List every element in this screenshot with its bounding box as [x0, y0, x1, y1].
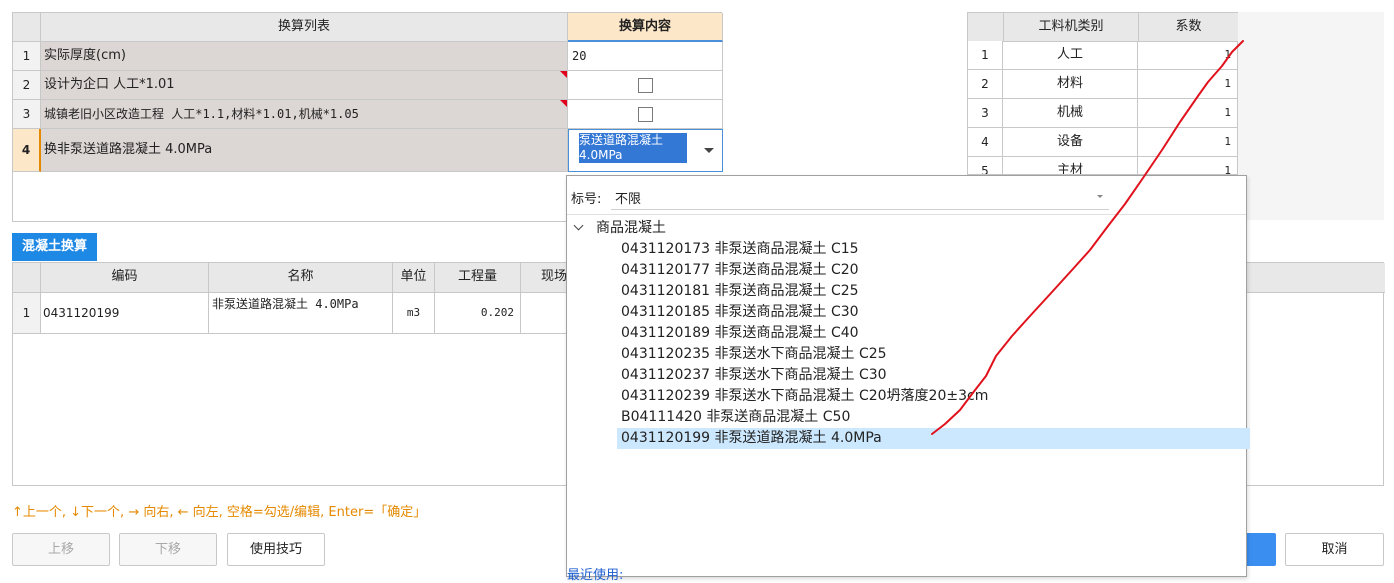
- row-number: 1: [13, 42, 41, 71]
- dropdown-option[interactable]: 0431120235 非泵送水下商品混凝土 C25: [617, 344, 887, 365]
- coefficient-header: 系数: [1139, 13, 1239, 42]
- concrete-select[interactable]: 泵送道路混凝土 4.0MPa: [568, 129, 723, 172]
- row-name[interactable]: 设计为企口 人工*1.01: [41, 71, 568, 100]
- chevron-down-icon[interactable]: [573, 220, 584, 231]
- corner-header: [968, 13, 1004, 42]
- dropdown-option[interactable]: 0431120173 非泵送商品混凝土 C15: [617, 239, 859, 260]
- category-cell[interactable]: 材料: [1003, 70, 1138, 99]
- row-name[interactable]: 城镇老旧小区改造工程 人工*1.1,材料*1.01,机械*1.05: [41, 100, 568, 129]
- category-cell[interactable]: 主材: [1003, 157, 1138, 175]
- name-header: 名称: [209, 263, 393, 293]
- row-name-text: 城镇老旧小区改造工程 人工*1.1,材料*1.01,机械*1.05: [44, 107, 359, 121]
- row-number: 2: [13, 71, 41, 100]
- coefficient-cell[interactable]: 1: [1138, 41, 1238, 70]
- category-cell[interactable]: 人工: [1003, 41, 1138, 70]
- comment-marker: [560, 71, 567, 78]
- row-name-text: 设计为企口 人工*1.01: [44, 77, 175, 92]
- move-down-button[interactable]: 下移: [119, 533, 217, 566]
- row-number: 3: [13, 100, 41, 129]
- checkbox[interactable]: [638, 107, 653, 122]
- site-cell[interactable]: [521, 293, 567, 334]
- category-header: 工料机类别: [1004, 13, 1139, 42]
- coefficient-cell[interactable]: 1: [1138, 157, 1238, 175]
- comment-marker: [560, 100, 567, 107]
- right-panel-bg: [1238, 12, 1384, 220]
- dropdown-option[interactable]: 0431120239 非泵送水下商品混凝土 C20坍落度20±3cm: [617, 386, 988, 407]
- row-name[interactable]: 换非泵送道路混凝土 4.0MPa: [41, 129, 568, 172]
- dropdown-option[interactable]: 0431120177 非泵送商品混凝土 C20: [617, 260, 859, 281]
- row-number: 1: [13, 293, 41, 334]
- dropdown-option[interactable]: 0431120199 非泵送道路混凝土 4.0MPa: [617, 428, 1250, 449]
- checkbox-cell: [568, 100, 723, 129]
- code-header: 编码: [41, 263, 209, 293]
- keyboard-hint: ↑上一个, ↓下一个, → 向右, ← 向左, 空格=勾选/编辑, Enter=…: [12, 505, 427, 520]
- row-number: 3: [967, 99, 1003, 128]
- row-number: 1: [967, 41, 1003, 70]
- coefficient-cell[interactable]: 1: [1138, 70, 1238, 99]
- conversion-list-header: 换算列表: [41, 13, 568, 42]
- row-number: 4: [13, 129, 41, 172]
- grade-filter-select[interactable]: 不限: [611, 182, 1109, 210]
- checkbox[interactable]: [638, 78, 653, 93]
- concrete-select-value: 泵送道路混凝土 4.0MPa: [579, 133, 687, 163]
- recent-label: 最近使用:: [567, 568, 624, 583]
- unit-header: 单位: [393, 263, 435, 293]
- concrete-dropdown: 标号: 不限 商品混凝土 0431120173 非泵送商品混凝土 C15 0431…: [566, 175, 1250, 583]
- dropdown-divider: [567, 214, 1246, 215]
- move-up-button[interactable]: 上移: [12, 533, 110, 566]
- code-cell[interactable]: 0431120199: [41, 293, 209, 334]
- dropdown-option[interactable]: 0431120237 非泵送水下商品混凝土 C30: [617, 365, 887, 386]
- dropdown-option[interactable]: 0431120185 非泵送商品混凝土 C30: [617, 302, 859, 323]
- checkbox-cell: [568, 71, 723, 100]
- grade-filter-value: 不限: [615, 192, 642, 207]
- category-cell[interactable]: 设备: [1003, 128, 1138, 157]
- row-name[interactable]: 实际厚度(cm): [41, 42, 568, 71]
- quantity-header: 工程量: [435, 263, 521, 293]
- row-number: 5: [967, 157, 1003, 175]
- row-number: 4: [967, 128, 1003, 157]
- corner-header: [13, 13, 41, 42]
- cancel-button[interactable]: 取消: [1285, 533, 1384, 566]
- quantity-cell[interactable]: 0.202: [435, 293, 521, 334]
- coefficient-cell[interactable]: 1: [1138, 99, 1238, 128]
- thickness-input[interactable]: 20: [568, 42, 723, 71]
- chevron-down-icon: [1097, 195, 1103, 198]
- dropdown-option[interactable]: 0431120189 非泵送商品混凝土 C40: [617, 323, 859, 344]
- name-cell[interactable]: 非泵送道路混凝土 4.0MPa: [209, 293, 393, 334]
- dropdown-option[interactable]: B04111420 非泵送商品混凝土 C50: [617, 407, 850, 428]
- chevron-down-icon: [704, 148, 714, 153]
- tab-concrete-conversion[interactable]: 混凝土换算: [12, 233, 97, 261]
- site-header: 现场: [521, 263, 567, 293]
- category-cell[interactable]: 机械: [1003, 99, 1138, 128]
- conversion-content-header: 换算内容: [568, 13, 723, 42]
- unit-cell[interactable]: m3: [393, 293, 435, 334]
- dropdown-option[interactable]: 0431120181 非泵送商品混凝土 C25: [617, 281, 859, 302]
- row-number: 2: [967, 70, 1003, 99]
- grade-filter-label: 标号:: [571, 192, 602, 207]
- corner-header: [13, 263, 41, 293]
- group-label[interactable]: 商品混凝土: [596, 218, 666, 239]
- tips-button[interactable]: 使用技巧: [227, 533, 325, 566]
- coefficient-cell[interactable]: 1: [1138, 128, 1238, 157]
